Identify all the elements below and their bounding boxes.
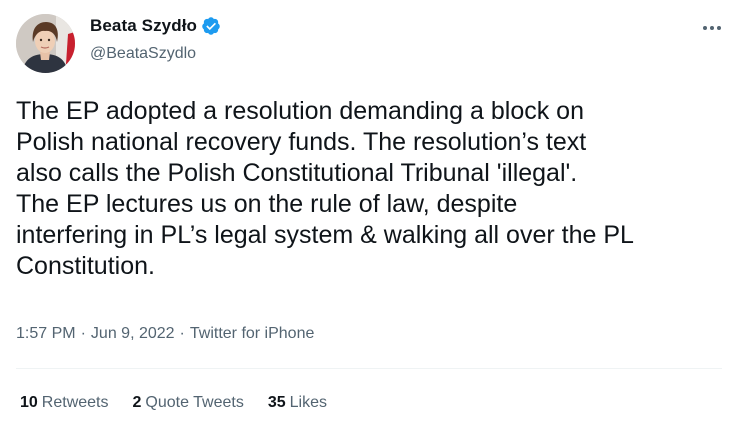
retweets-stat[interactable]: 10 Retweets [20, 394, 109, 412]
tweet-text-line: Polish national recovery funds. The reso… [16, 128, 587, 156]
tweet-text-line: Constitution. [16, 252, 155, 280]
more-options-icon[interactable] [702, 22, 722, 34]
divider [16, 368, 722, 369]
meta-separator: · [80, 325, 86, 342]
retweets-count: 10 [20, 394, 38, 411]
tweet-text-line: The EP lectures us on the rule of law, d… [16, 190, 518, 218]
retweets-label: Retweets [41, 394, 109, 411]
avatar[interactable] [16, 14, 75, 73]
tweet-stats: 10 Retweets 2 Quote Tweets 35 Likes [20, 394, 351, 412]
likes-stat[interactable]: 35 Likes [268, 394, 327, 412]
tweet-text-line: also calls the Polish Constitutional Tri… [16, 159, 578, 187]
tweet-text-line: interfering in PL’s legal system & walki… [16, 221, 634, 249]
author-handle[interactable]: @BeataSzydlo [90, 45, 196, 63]
meta-separator: · [179, 325, 185, 342]
tweet-text: The EP adopted a resolution demanding a … [16, 96, 722, 282]
author-name-row: Beata Szydło [90, 16, 221, 36]
likes-count: 35 [267, 394, 286, 411]
tweet-source[interactable]: Twitter for iPhone [190, 325, 315, 343]
quote-tweets-count: 2 [132, 394, 142, 411]
tweet-text-line: The EP adopted a resolution demanding a … [16, 97, 584, 125]
verified-badge-icon [201, 16, 221, 36]
likes-label: Likes [289, 394, 327, 411]
tweet-card: Beata Szydło @BeataSzydlo The EP adopted… [0, 0, 737, 425]
avatar-photo [16, 14, 75, 73]
tweet-time[interactable]: 1:57 PM [16, 325, 76, 343]
author-display-name[interactable]: Beata Szydło [90, 16, 197, 36]
tweet-metadata: 1:57 PM · Jun 9, 2022 · Twitter for iPho… [16, 325, 314, 343]
quote-tweets-label: Quote Tweets [145, 394, 244, 411]
tweet-date[interactable]: Jun 9, 2022 [91, 325, 175, 343]
quote-tweets-stat[interactable]: 2 Quote Tweets [133, 394, 244, 412]
